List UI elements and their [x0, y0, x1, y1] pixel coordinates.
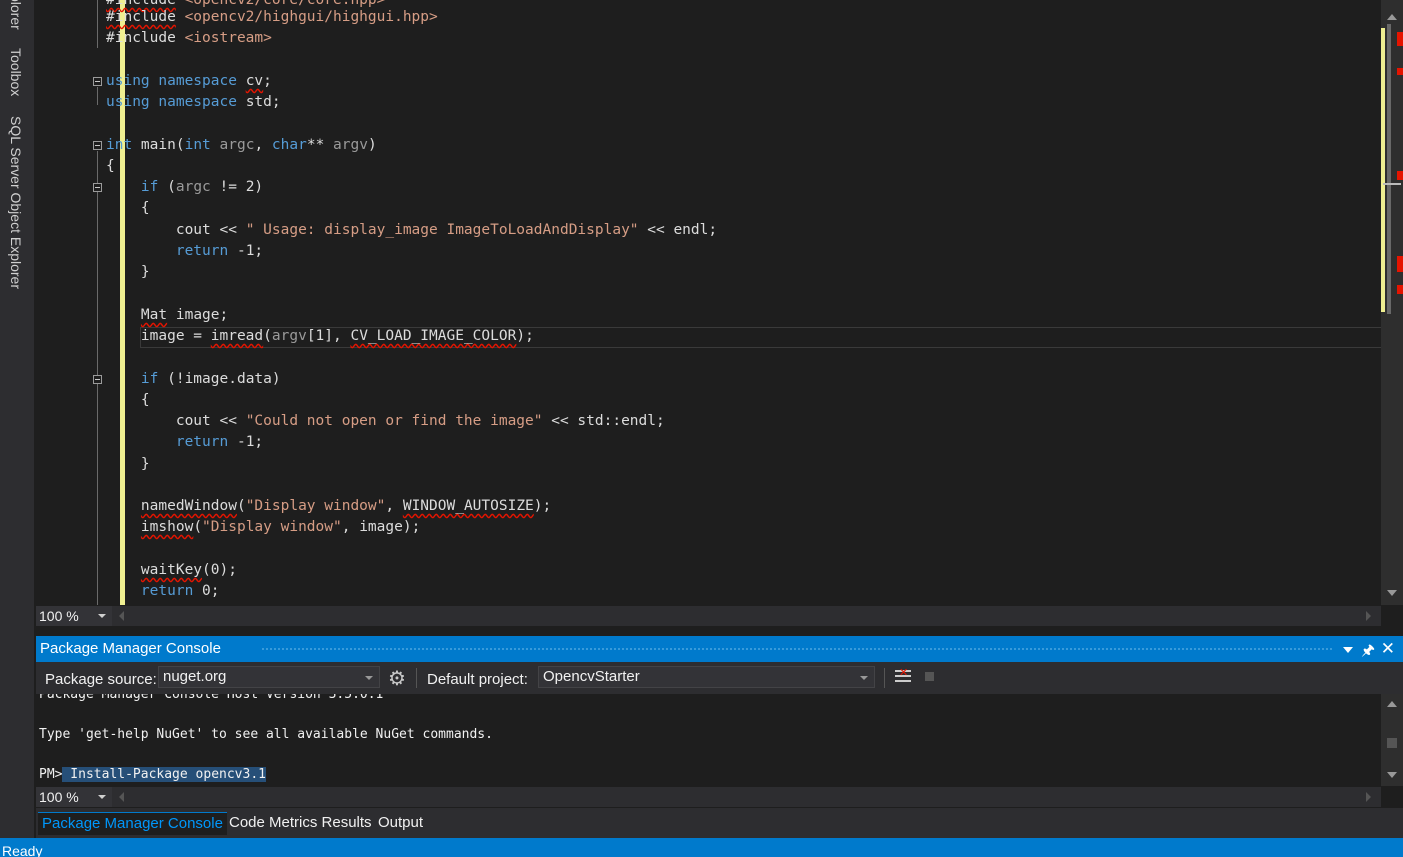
code-line: return 0;	[140, 583, 220, 599]
scroll-down-icon[interactable]	[1387, 590, 1397, 596]
chevron-down-icon	[365, 676, 373, 680]
code-editor[interactable]: #include <opencv2/core/core.hpp> #include…	[36, 0, 1381, 605]
package-source-label: Package source:	[45, 671, 157, 688]
tab-toolbox[interactable]: Toolbox	[8, 48, 24, 96]
close-icon[interactable]: ✕	[1381, 636, 1395, 662]
console-prompt: PM>	[39, 767, 63, 782]
scrollbar-thumb[interactable]	[1387, 24, 1391, 314]
code-line: {	[106, 158, 115, 174]
toolbar-separator	[416, 668, 417, 688]
code-line: using namespace std;	[106, 94, 281, 110]
pin-icon[interactable]: 🖈	[1361, 638, 1375, 664]
zoom-value: 100 %	[39, 789, 79, 805]
package-manager-console-output[interactable]: Package Manager Console Host Version 3.5…	[36, 694, 1381, 786]
code-line: return -1;	[175, 243, 264, 259]
change-marker	[1381, 28, 1385, 312]
fold-toggle-main[interactable]	[93, 141, 102, 150]
code-line: }	[106, 264, 150, 280]
error-marker	[1397, 285, 1403, 294]
left-tool-strip: plorer Toolbox SQL Server Object Explore…	[0, 0, 34, 838]
tab-package-manager-console[interactable]: Package Manager Console	[38, 812, 227, 835]
error-marker	[1397, 32, 1403, 46]
console-line: Type 'get-help NuGet' to see all availab…	[39, 727, 493, 742]
code-line: image = imread(argv[1], CV_LOAD_IMAGE_CO…	[106, 328, 534, 344]
scroll-right-icon[interactable]	[1366, 792, 1371, 802]
dropdown-icon[interactable]	[1343, 647, 1353, 653]
status-text: Ready	[2, 843, 43, 857]
error-marker	[1397, 256, 1403, 272]
chevron-down-icon	[98, 795, 106, 799]
caret-position-marker	[1383, 183, 1401, 185]
panel-title: Package Manager Console	[40, 640, 221, 657]
fold-guide	[97, 87, 98, 105]
scroll-up-icon[interactable]	[1387, 701, 1397, 707]
code-line: waitKey(0);	[140, 562, 237, 578]
scroll-down-icon[interactable]	[1387, 772, 1397, 778]
console-vertical-scrollbar[interactable]	[1381, 694, 1403, 786]
tab-code-metrics-results[interactable]: Code Metrics Results	[229, 812, 372, 834]
console-zoom-select[interactable]: 100 %	[36, 787, 112, 807]
status-bar: Ready	[0, 838, 1403, 857]
default-project-value: OpencvStarter	[543, 668, 640, 685]
toolbar-separator	[884, 668, 885, 688]
code-line: using namespace cv;	[106, 73, 272, 89]
code-line: return -1;	[175, 434, 264, 450]
scrollbar-thumb[interactable]	[1387, 738, 1397, 748]
fold-toggle-if-image[interactable]	[93, 375, 102, 384]
error-marker	[1397, 171, 1403, 180]
package-source-select[interactable]: nuget.org	[158, 666, 380, 688]
console-prompt-line: PM> Install-Package opencv3.1	[39, 766, 266, 784]
chevron-down-icon	[98, 614, 106, 618]
editor-vertical-scrollbar[interactable]	[1381, 0, 1403, 605]
stop-icon[interactable]	[925, 672, 934, 681]
code-line: {	[106, 392, 150, 408]
code-line: namedWindow("Display window", WINDOW_AUT…	[140, 498, 552, 514]
zoom-value: 100 %	[39, 608, 79, 624]
title-grip	[261, 647, 1333, 651]
console-zoom-bar: 100 %	[36, 787, 1381, 807]
console-command[interactable]: Install-Package opencv3.1	[62, 767, 266, 782]
code-line: imshow("Display window", image);	[140, 519, 421, 535]
code-line: #include <opencv2/highgui/highgui.hpp>	[106, 9, 438, 25]
code-line: if (argc != 2)	[140, 179, 264, 195]
code-line: #include <iostream>	[106, 30, 272, 46]
code-line: {	[106, 200, 150, 216]
clear-console-icon[interactable]: ✕	[895, 668, 912, 685]
scroll-left-icon[interactable]	[119, 792, 124, 802]
package-manager-title-bar[interactable]: Package Manager Console 🖈 ✕	[36, 636, 1403, 662]
code-line: }	[106, 456, 150, 472]
editor-zoom-bar: 100 %	[36, 606, 1381, 626]
scroll-left-icon[interactable]	[119, 611, 124, 621]
code-line: cout << "Could not open or find the imag…	[106, 413, 665, 429]
glyph-margin	[36, 0, 86, 605]
fold-toggle-if-argc[interactable]	[93, 183, 102, 192]
code-line: Mat image;	[140, 307, 229, 323]
package-source-value: nuget.org	[163, 668, 227, 685]
fold-guide	[97, 193, 98, 285]
tab-server-explorer[interactable]: plorer	[8, 0, 24, 30]
package-manager-toolbar: Package source: nuget.org ⚙ Default proj…	[36, 662, 1403, 694]
console-line: Package Manager Console Host Version 3.5…	[39, 694, 384, 702]
tool-window-tabs: Package Manager Console Code Metrics Res…	[36, 808, 1403, 838]
scroll-up-icon[interactable]	[1387, 14, 1397, 20]
code-line: int main(int argc, char** argv)	[106, 137, 377, 153]
default-project-label: Default project:	[427, 671, 528, 688]
fold-toggle-using[interactable]	[93, 77, 102, 86]
default-project-select[interactable]: OpencvStarter	[538, 666, 875, 688]
error-marker	[1397, 68, 1403, 75]
editor-zoom-select[interactable]: 100 %	[36, 606, 112, 626]
fold-guide	[97, 0, 98, 48]
gear-icon[interactable]: ⚙	[388, 666, 406, 691]
chevron-down-icon	[860, 676, 868, 680]
tab-output[interactable]: Output	[378, 812, 423, 834]
scroll-right-icon[interactable]	[1366, 611, 1371, 621]
tab-sql-server-object-explorer[interactable]: SQL Server Object Explorer	[8, 116, 24, 289]
fold-guide	[97, 385, 98, 477]
code-line: if (!image.data)	[140, 371, 281, 387]
code-line: cout << " Usage: display_image ImageToLo…	[106, 222, 718, 238]
